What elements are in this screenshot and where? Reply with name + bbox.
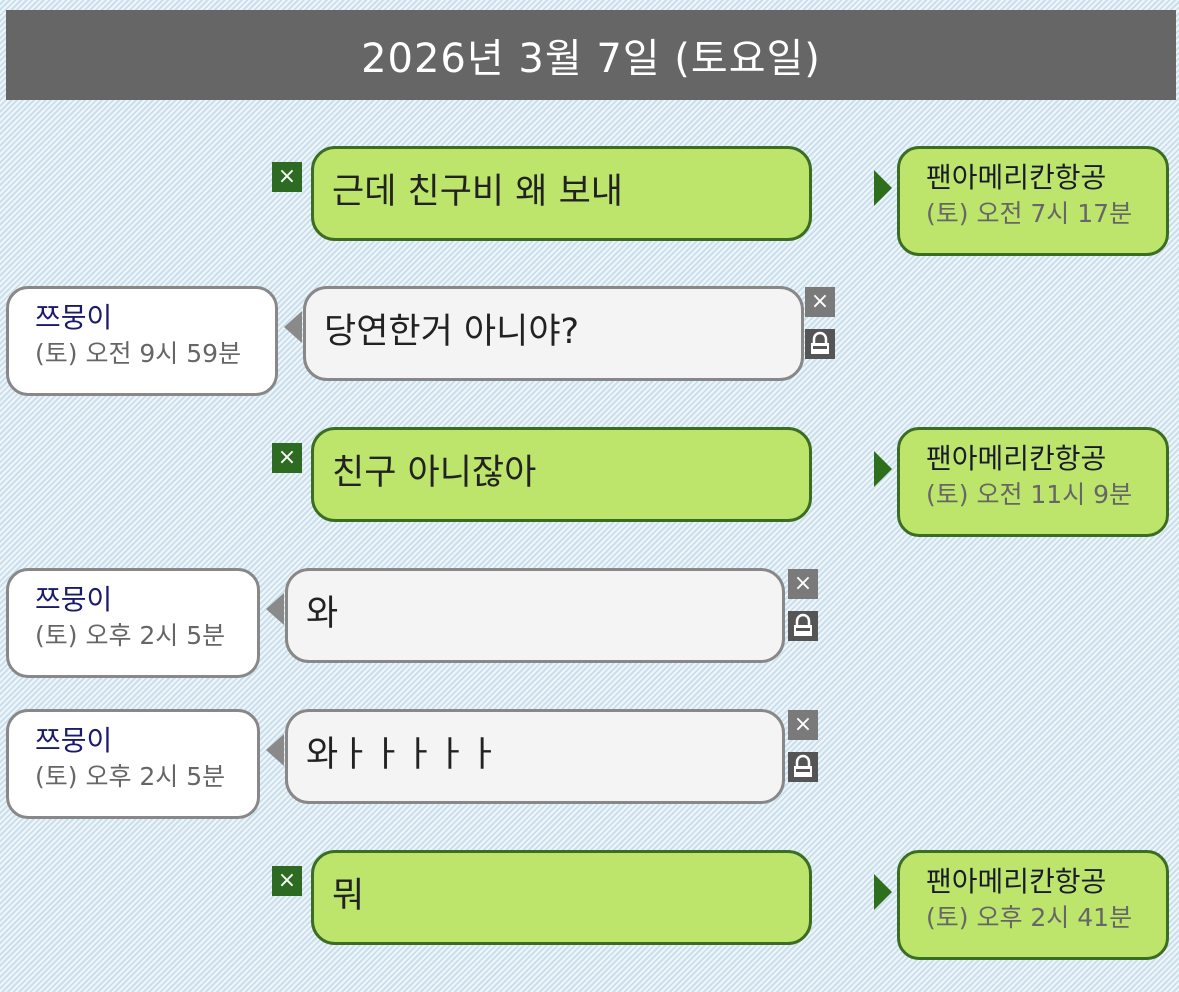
- delete-message-button[interactable]: ×: [788, 710, 818, 740]
- sender-info: 쯔뭉이 (토) 오후 2시 5분: [6, 568, 260, 678]
- date-header: 2026년 3월 7일 (토요일): [6, 10, 1176, 100]
- message-bubble[interactable]: 근데 친구비 왜 보내: [311, 146, 812, 241]
- sender-info: 쯔뭉이 (토) 오전 9시 59분: [6, 286, 278, 396]
- message-bubble[interactable]: 뭐: [311, 850, 812, 945]
- message-time: (토) 오후 2시 5분: [35, 762, 226, 791]
- message-text: 근데 친구비 왜 보내: [332, 172, 623, 212]
- sender-name: 팬아메리칸항공: [926, 161, 1107, 194]
- lock-button[interactable]: [788, 611, 818, 641]
- close-icon: ×: [793, 571, 813, 596]
- sender-info: 쯔뭉이 (토) 오후 2시 5분: [6, 709, 260, 819]
- lock-button[interactable]: [805, 329, 835, 359]
- pointer-arrow-icon: [284, 311, 302, 343]
- pointer-arrow-icon: [874, 451, 892, 487]
- message-text: 뭐: [332, 876, 365, 916]
- sender-info: 팬아메리칸항공 (토) 오전 11시 9분: [897, 427, 1169, 537]
- pointer-arrow-icon: [266, 593, 284, 625]
- close-icon: ×: [277, 445, 297, 470]
- sender-name: 쯔뭉이: [35, 583, 113, 616]
- delete-message-button[interactable]: ×: [272, 443, 302, 473]
- close-icon: ×: [277, 164, 297, 189]
- lock-icon: [794, 613, 812, 636]
- close-icon: ×: [793, 712, 813, 737]
- message-text: 와ㅏㅏㅏㅏㅏ: [306, 735, 500, 775]
- delete-message-button[interactable]: ×: [788, 569, 818, 599]
- message-text: 와: [306, 594, 339, 634]
- lock-icon: [811, 331, 829, 354]
- message-text: 당연한거 아니야?: [324, 312, 580, 352]
- sender-name: 쯔뭉이: [35, 301, 113, 334]
- sender-name: 팬아메리칸항공: [926, 865, 1107, 898]
- sender-name: 팬아메리칸항공: [926, 442, 1107, 475]
- date-title: 2026년 3월 7일 (토요일): [361, 36, 821, 82]
- pointer-arrow-icon: [874, 170, 892, 206]
- sender-name: 쯔뭉이: [35, 724, 113, 757]
- delete-message-button[interactable]: ×: [272, 162, 302, 192]
- sender-info: 팬아메리칸항공 (토) 오후 2시 41분: [897, 850, 1169, 960]
- close-icon: ×: [277, 868, 297, 893]
- close-icon: ×: [810, 289, 830, 314]
- message-text: 친구 아니잖아: [332, 453, 537, 493]
- message-time: (토) 오전 7시 17분: [926, 199, 1133, 228]
- sender-info: 팬아메리칸항공 (토) 오전 7시 17분: [897, 146, 1169, 256]
- lock-button[interactable]: [788, 752, 818, 782]
- message-time: (토) 오후 2시 5분: [35, 621, 226, 650]
- message-bubble[interactable]: 와ㅏㅏㅏㅏㅏ: [285, 709, 785, 804]
- delete-message-button[interactable]: ×: [805, 287, 835, 317]
- message-bubble[interactable]: 친구 아니잖아: [311, 427, 812, 522]
- message-time: (토) 오전 11시 9분: [926, 480, 1133, 509]
- message-bubble[interactable]: 당연한거 아니야?: [303, 286, 804, 381]
- message-time: (토) 오전 9시 59분: [35, 339, 242, 368]
- message-bubble[interactable]: 와: [285, 568, 785, 663]
- message-time: (토) 오후 2시 41분: [926, 903, 1133, 932]
- pointer-arrow-icon: [266, 734, 284, 766]
- pointer-arrow-icon: [874, 874, 892, 910]
- lock-icon: [794, 754, 812, 777]
- delete-message-button[interactable]: ×: [272, 866, 302, 896]
